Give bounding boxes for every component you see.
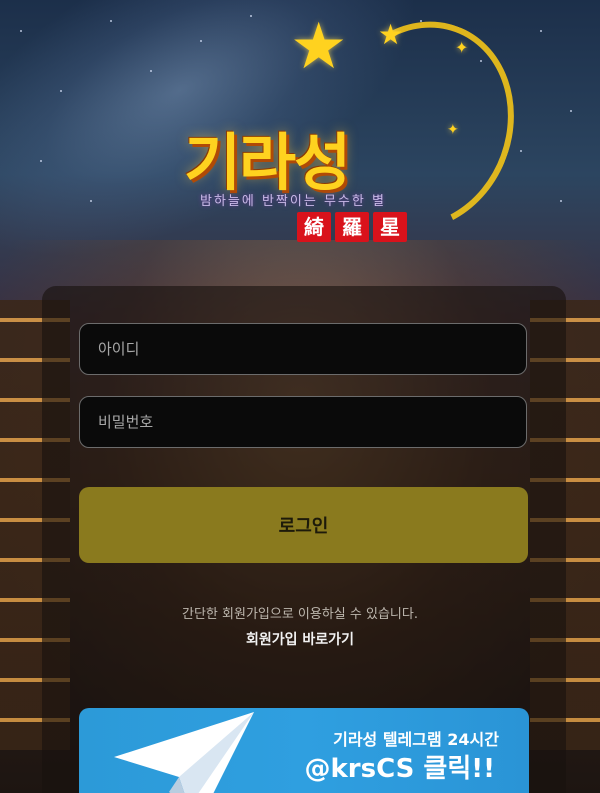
password-field	[79, 396, 527, 448]
hanja-char: 綺	[297, 212, 331, 242]
password-input[interactable]	[80, 397, 526, 447]
id-field	[79, 323, 527, 375]
banner-handle: @krsCS 클릭!!	[304, 754, 496, 784]
hanja-char: 星	[373, 212, 407, 242]
logo-title: 기라성	[184, 126, 351, 199]
id-input[interactable]	[80, 324, 526, 374]
signup-link[interactable]: 회원가입 바로가기	[0, 629, 600, 649]
telegram-banner[interactable]: 기라성 텔레그램 24시간 @krsCS 클릭!!	[79, 708, 529, 793]
hanja-char: 羅	[335, 212, 369, 242]
banner-title: 기라성 텔레그램 24시간	[333, 730, 499, 749]
telegram-plane-icon	[114, 712, 254, 793]
logo-hanja: 綺 羅 星	[297, 212, 407, 242]
star-icon: ★	[378, 18, 404, 51]
star-icon: ✦	[447, 122, 459, 138]
login-button[interactable]: 로그인	[79, 487, 528, 563]
logo-tagline: 밤하늘에 반짝이는 무수한 별	[200, 194, 386, 209]
signup-hint: 간단한 회원가입으로 이용하실 수 있습니다.	[182, 607, 418, 622]
star-icon: ★	[290, 10, 348, 84]
login-page: ★ ★ ✦ ✦ 기라성 밤하늘에 반짝이는 무수한 별 綺 羅 星 로그인 간단…	[0, 0, 600, 793]
brand-logo: ★ ★ ✦ ✦ 기라성 밤하늘에 반짝이는 무수한 별 綺 羅 星	[0, 0, 600, 270]
star-icon: ✦	[455, 38, 469, 57]
